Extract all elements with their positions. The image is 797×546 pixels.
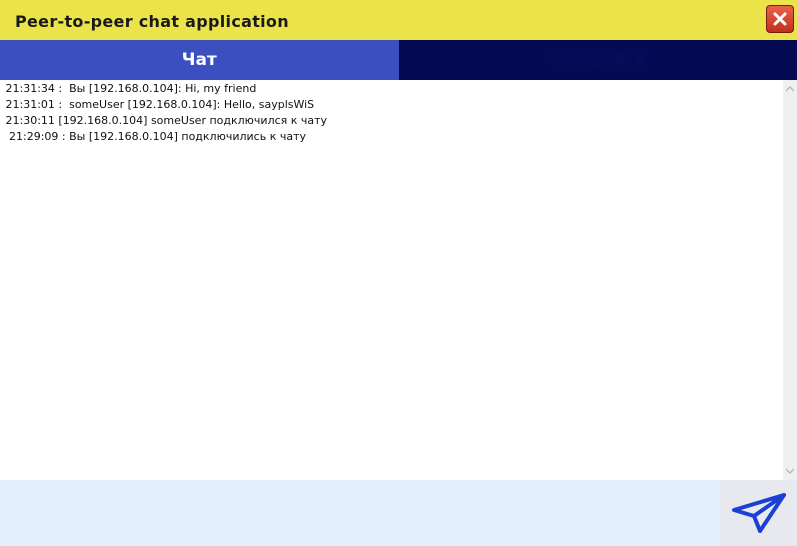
chat-message: 21:31:01 : someUser [192.168.0.104]: Hel… (2, 98, 315, 111)
close-button[interactable] (766, 5, 794, 33)
chat-message: 21:30:11 [192.168.0.104] someUser подклю… (2, 114, 328, 127)
chat-scrollbar[interactable] (783, 80, 797, 480)
chat-message: 21:29:09 : Вы [192.168.0.104] подключили… (2, 130, 306, 143)
scroll-down-button[interactable] (783, 464, 797, 478)
tab-settings[interactable]: Настройки (398, 40, 797, 80)
send-button[interactable] (720, 480, 797, 546)
message-input[interactable] (0, 480, 720, 546)
chat-message: 21:31:34 : Вы [192.168.0.104]: Hi, my fr… (2, 82, 257, 95)
tab-bar: Чат Настройки (0, 40, 797, 80)
title-bar: Peer-to-peer chat application (0, 0, 797, 40)
chevron-up-icon (785, 86, 795, 92)
close-icon (773, 12, 787, 26)
chevron-down-icon (785, 468, 795, 474)
window-title: Peer-to-peer chat application (15, 12, 289, 31)
scroll-up-button[interactable] (783, 82, 797, 96)
tab-chat[interactable]: Чат (0, 40, 399, 80)
app-window: Peer-to-peer chat application Чат Настро… (0, 0, 797, 546)
chat-log: 21:31:34 : Вы [192.168.0.104]: Hi, my fr… (0, 80, 783, 480)
send-icon (731, 493, 786, 533)
